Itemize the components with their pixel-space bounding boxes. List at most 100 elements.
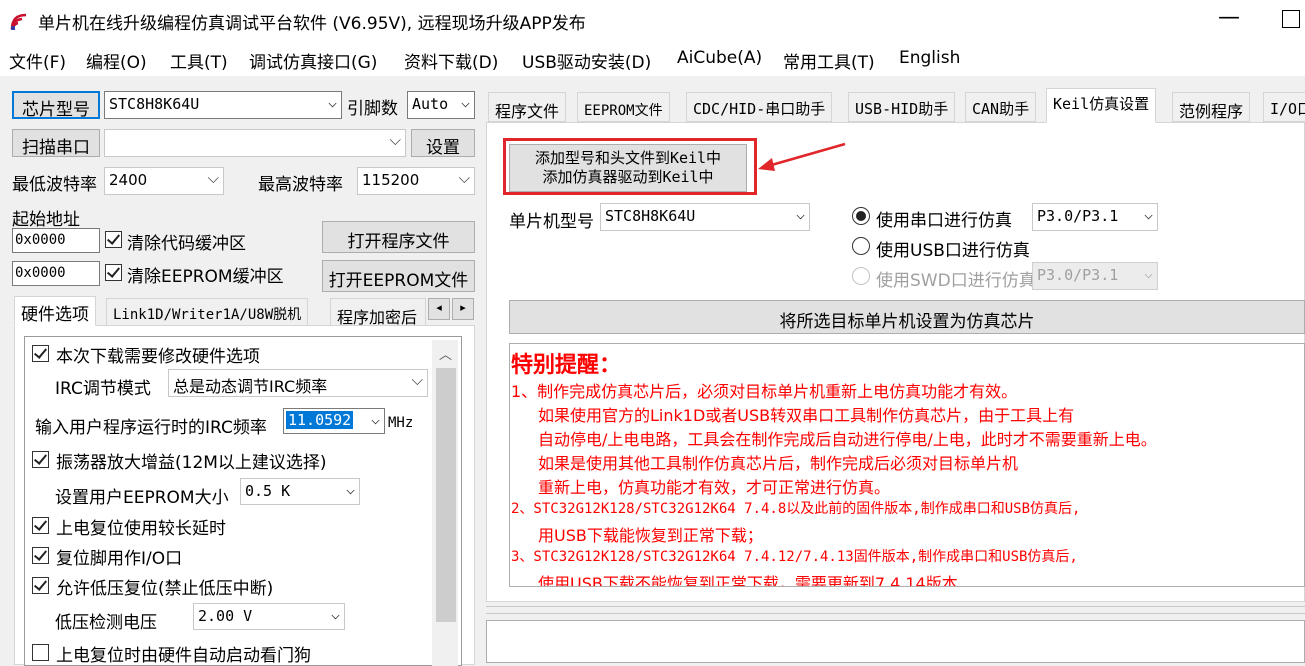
irc-mode-select[interactable]: 总是动态调节IRC频率 ⌵ xyxy=(168,369,428,397)
chevron-down-icon: ⌵ xyxy=(460,93,470,111)
chip-model-select[interactable]: STC8H8K64U ⌵ xyxy=(104,91,342,119)
tab-can[interactable]: CAN助手 xyxy=(965,92,1037,122)
chevron-down-icon: ⌵ xyxy=(207,169,219,187)
menu-file[interactable]: 文件(F) xyxy=(9,48,66,73)
tab-program-encryption[interactable]: 程序加密后 xyxy=(330,298,426,326)
settings-button[interactable]: 设置 xyxy=(411,129,475,158)
chevron-down-icon: ⌵ xyxy=(370,410,380,428)
modify-hw-label: 本次下载需要修改硬件选项 xyxy=(56,347,260,367)
chevron-down-icon: ⌵ xyxy=(795,205,805,223)
osc-gain-checkbox[interactable] xyxy=(32,451,49,468)
usb-debug-label: 使用USB口进行仿真 xyxy=(876,241,1030,261)
menu-common-tools[interactable]: 常用工具(T) xyxy=(783,48,875,73)
clear-eeprom-checkbox[interactable] xyxy=(105,264,122,281)
scan-port-button[interactable]: 扫描串口 xyxy=(12,129,100,158)
irc-frequency-select[interactable]: 11.0592 ⌵ xyxy=(283,408,385,434)
note-line: 重新上电，仿真功能才有效，才可正常进行仿真。 xyxy=(538,478,891,497)
eeprom-size-value: 0.5 K xyxy=(245,482,291,500)
chip-model-button[interactable]: 芯片型号 xyxy=(12,91,100,120)
irc-frequency-unit: MHz xyxy=(388,415,414,431)
max-baud-select[interactable]: 115200 ⌵ xyxy=(357,167,475,195)
note-line: 如果使用官方的Link1D或者USB转双串口工具制作仿真芯片，由于工具上有 xyxy=(538,406,1075,425)
window-title: 单片机在线升级编程仿真调试平台软件 (V6.95V), 远程现场升级APP发布 xyxy=(38,14,586,34)
serial-port-select[interactable]: ⌵ xyxy=(104,129,406,157)
output-log[interactable] xyxy=(486,620,1305,663)
scroll-up-icon[interactable]: ︿ xyxy=(439,344,452,363)
note-line: 自动停电/上电电路，工具会在制作完成后自动进行停电/上电，此时才不需要重新上电。 xyxy=(538,430,1157,449)
title-bar: 单片机在线升级编程仿真调试平台软件 (V6.95V), 远程现场升级APP发布 … xyxy=(0,0,1305,42)
watchdog-label: 上电复位时由硬件自动启动看门狗 xyxy=(56,646,311,666)
lvd-voltage-label: 低压检测电压 xyxy=(55,613,157,633)
chevron-down-icon: ⌵ xyxy=(327,93,337,111)
set-debug-chip-button[interactable]: 将所选目标单片机设置为仿真芯片 xyxy=(509,300,1305,334)
chip-model-value: STC8H8K64U xyxy=(109,95,200,113)
tab-scroll-left-button[interactable]: ◂ xyxy=(428,298,450,320)
menu-usb-driver[interactable]: USB驱动安装(D) xyxy=(522,48,651,73)
tab-scroll-right-button[interactable]: ▸ xyxy=(452,298,474,320)
hardware-options-list: 本次下载需要修改硬件选项 IRC调节模式 总是动态调节IRC频率 ⌵ 输入用户程… xyxy=(24,336,462,666)
menu-downloads[interactable]: 资料下载(D) xyxy=(404,48,498,73)
lvd-voltage-select[interactable]: 2.00 V ⌵ xyxy=(193,603,345,630)
note-line: 2、STC32G12K128/STC32G12K64 7.4.8以及此前的固件版… xyxy=(511,501,1081,517)
pin-count-label: 引脚数 xyxy=(347,99,398,119)
swd-debug-radio xyxy=(852,267,870,285)
irc-frequency-value: 11.0592 xyxy=(286,411,354,429)
note-line: 1、制作完成仿真芯片后，必须对目标单片机重新上电仿真功能才有效。 xyxy=(511,382,1018,401)
menu-bar: 文件(F) 编程(O) 工具(T) 调试仿真接口(G) 资料下载(D) USB驱… xyxy=(0,42,1305,76)
options-scrollbar-thumb[interactable] xyxy=(436,368,456,622)
menu-debug-interface[interactable]: 调试仿真接口(G) xyxy=(249,48,377,73)
menu-tools[interactable]: 工具(T) xyxy=(170,48,228,73)
clear-code-checkbox[interactable] xyxy=(105,231,122,248)
osc-gain-label: 振荡器放大增益(12M以上建议选择) xyxy=(56,453,327,473)
menu-aicube[interactable]: AiCube(A) xyxy=(677,48,762,68)
min-baud-select[interactable]: 2400 ⌵ xyxy=(104,167,224,195)
maximize-button[interactable] xyxy=(1282,10,1300,28)
irc-mode-value: 总是动态调节IRC频率 xyxy=(173,377,328,396)
low-voltage-reset-checkbox[interactable] xyxy=(32,577,49,594)
chevron-down-icon: ⌵ xyxy=(1143,205,1153,223)
note-line: 如果是使用其他工具制作仿真芯片后，制作完成后必须对目标单片机 xyxy=(538,454,1019,473)
watchdog-checkbox[interactable] xyxy=(32,644,49,661)
serial-port-pins-select[interactable]: P3.0/P3.1 ⌵ xyxy=(1032,203,1158,231)
tab-eeprom-file[interactable]: EEPROM文件 xyxy=(577,92,670,122)
reset-io-label: 复位脚用作I/O口 xyxy=(56,549,183,569)
reset-io-checkbox[interactable] xyxy=(32,547,49,564)
usb-debug-radio[interactable] xyxy=(852,237,870,255)
tab-examples[interactable]: 范例程序 xyxy=(1172,92,1251,122)
chevron-down-icon: ⌵ xyxy=(458,169,470,187)
eeprom-start-address-input[interactable]: 0x0000 xyxy=(12,261,100,286)
menu-english[interactable]: English xyxy=(899,48,960,68)
low-voltage-reset-label: 允许低压复位(禁止低压中断) xyxy=(56,579,274,599)
mcu-type-value: STC8H8K64U xyxy=(605,207,696,225)
code-start-address-input[interactable]: 0x0000 xyxy=(12,228,100,253)
tab-usb-hid[interactable]: USB-HID助手 xyxy=(848,92,956,122)
tab-program-file[interactable]: 程序文件 xyxy=(488,92,567,122)
open-eeprom-file-button[interactable]: 打开EEPROM文件 xyxy=(322,260,475,292)
max-baud-label: 最高波特率 xyxy=(258,175,343,195)
eeprom-size-select[interactable]: 0.5 K ⌵ xyxy=(240,478,360,505)
irc-frequency-label: 输入用户程序运行时的IRC频率 xyxy=(35,418,267,438)
annotation-arrow-icon xyxy=(758,142,846,171)
mcu-type-label: 单片机型号 xyxy=(509,212,594,232)
tab-keil-settings[interactable]: Keil仿真设置 xyxy=(1046,88,1157,123)
clear-code-label: 清除代码缓冲区 xyxy=(127,234,246,254)
splitter[interactable] xyxy=(486,606,1305,614)
tab-offline-writer[interactable]: Link1D/Writer1A/U8W脱机 xyxy=(106,298,309,326)
notes-panel: 特别提醒： 1、制作完成仿真芯片后，必须对目标单片机重新上电仿真功能才有效。 如… xyxy=(509,343,1305,587)
minimize-button[interactable]: — xyxy=(1214,5,1244,35)
chevron-down-icon: ⌵ xyxy=(411,371,423,389)
modify-hw-checkbox[interactable] xyxy=(32,345,49,362)
clear-eeprom-label: 清除EEPROM缓冲区 xyxy=(127,267,284,287)
mcu-type-select[interactable]: STC8H8K64U ⌵ xyxy=(600,203,810,231)
tab-io[interactable]: I/O口 xyxy=(1263,92,1305,122)
min-baud-value: 2400 xyxy=(109,171,148,189)
serial-debug-radio[interactable] xyxy=(852,207,870,225)
app-logo-icon xyxy=(10,11,32,31)
open-program-file-button[interactable]: 打开程序文件 xyxy=(322,221,475,253)
menu-program[interactable]: 编程(O) xyxy=(86,48,147,73)
tab-cdc-serial[interactable]: CDC/HID-串口助手 xyxy=(686,92,833,122)
note-line: 使用USB下载不能恢复到正常下载，需要更新到7.4.14版本 xyxy=(538,574,958,587)
tab-hardware-options[interactable]: 硬件选项 xyxy=(14,296,96,326)
pin-count-select[interactable]: Auto ⌵ xyxy=(407,91,475,119)
power-delay-checkbox[interactable] xyxy=(32,517,49,534)
